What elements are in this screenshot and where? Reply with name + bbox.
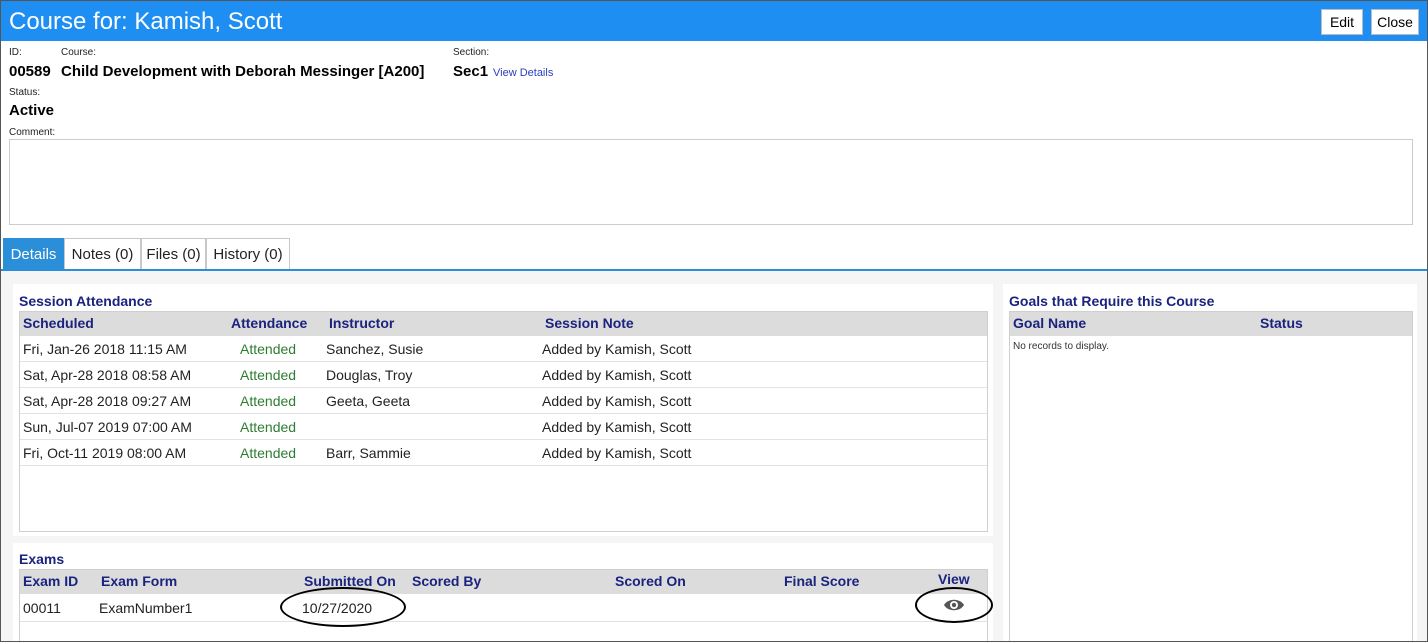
exams-grid: Exam ID Exam Form Submitted On Scored By… [19,569,988,641]
eye-icon[interactable] [943,598,965,612]
status-value: Active [9,102,55,119]
status-label: Status: [9,87,41,98]
tab-files[interactable]: Files (0) [141,238,206,270]
cell-attendance: Attended [240,367,297,383]
col-session-note[interactable]: Session Note [545,315,634,331]
attendance-title: Session Attendance [19,293,153,309]
section-value: Sec1 [453,63,489,80]
id-value: 00589 [9,63,51,80]
edit-button[interactable]: Edit [1321,9,1363,35]
table-row[interactable]: Sun, Jul-07 2019 07:00 AM Attended Added… [20,414,987,440]
exams-title: Exams [19,551,65,567]
goals-panel: Goals that Require this Course Goal Name… [1003,284,1417,641]
exams-panel: Exams Exam ID Exam Form Submitted On Sco… [13,543,993,641]
cell-session-note: Added by Kamish, Scott [542,419,692,435]
cell-exam-id: 00011 [23,600,61,616]
col-goal-status[interactable]: Status [1260,315,1303,331]
table-row[interactable]: 00011 ExamNumber1 10/27/2020 [20,594,987,622]
course-window: Course for: Kamish, Scott Edit Close ID:… [0,0,1428,642]
col-view[interactable]: View [938,571,970,587]
cell-scheduled: Fri, Jan-26 2018 11:15 AM [23,341,187,357]
col-scheduled[interactable]: Scheduled [23,315,94,331]
goals-title: Goals that Require this Course [1009,293,1215,309]
window-title: Course for: Kamish, Scott [9,8,283,35]
view-details-link[interactable]: View Details [493,67,553,79]
col-instructor[interactable]: Instructor [329,315,394,331]
goals-grid-header: Goal Name Status [1010,312,1412,336]
id-label: ID: [9,47,22,58]
close-button[interactable]: Close [1371,9,1419,35]
cell-instructor: Sanchez, Susie [326,341,424,357]
highlight-oval [280,587,406,627]
col-exam-id[interactable]: Exam ID [23,573,78,589]
cell-session-note: Added by Kamish, Scott [542,341,692,357]
cell-session-note: Added by Kamish, Scott [542,393,692,409]
course-value: Child Development with Deborah Messinger… [61,63,425,80]
section-label: Section: [453,47,490,58]
goals-empty-text: No records to display. [1013,341,1109,352]
comment-field[interactable] [9,139,1413,225]
col-scored-by[interactable]: Scored By [412,573,481,589]
table-row[interactable]: Fri, Jan-26 2018 11:15 AM Attended Sanch… [20,336,987,362]
cell-scheduled: Fri, Oct-11 2019 08:00 AM [23,445,187,461]
tab-history[interactable]: History (0) [206,238,290,270]
comment-label: Comment: [9,127,56,138]
tab-notes[interactable]: Notes (0) [64,238,141,270]
col-exam-form[interactable]: Exam Form [101,573,177,589]
cell-scheduled: Sat, Apr-28 2018 09:27 AM [23,393,192,409]
cell-attendance: Attended [240,445,297,461]
table-row[interactable]: Sat, Apr-28 2018 09:27 AM Attended Geeta… [20,388,987,414]
col-goal-name[interactable]: Goal Name [1013,315,1086,331]
course-label: Course: [61,47,97,58]
col-final-score[interactable]: Final Score [784,573,859,589]
cell-exam-form: ExamNumber1 [99,600,193,616]
cell-instructor: Geeta, Geeta [326,393,411,409]
cell-scheduled: Sat, Apr-28 2018 08:58 AM [23,367,192,383]
cell-instructor: Douglas, Troy [326,367,413,383]
col-attendance[interactable]: Attendance [231,315,307,331]
title-bar: Course for: Kamish, Scott Edit Close [1,1,1427,41]
cell-scheduled: Sun, Jul-07 2019 07:00 AM [23,419,192,435]
tab-details[interactable]: Details [3,238,64,270]
attendance-grid-header: Scheduled Attendance Instructor Session … [20,312,987,336]
goals-grid: Goal Name Status No records to display. [1009,311,1413,641]
cell-attendance: Attended [240,419,297,435]
cell-instructor: Barr, Sammie [326,445,411,461]
table-row[interactable]: Fri, Oct-11 2019 08:00 AM Attended Barr,… [20,440,987,466]
cell-session-note: Added by Kamish, Scott [542,367,692,383]
attendance-grid: Scheduled Attendance Instructor Session … [19,311,988,532]
cell-attendance: Attended [240,341,297,357]
cell-attendance: Attended [240,393,297,409]
col-scored-on[interactable]: Scored On [615,573,686,589]
exams-grid-header: Exam ID Exam Form Submitted On Scored By… [20,570,987,594]
cell-session-note: Added by Kamish, Scott [542,445,692,461]
table-row[interactable]: Sat, Apr-28 2018 08:58 AM Attended Dougl… [20,362,987,388]
attendance-panel: Session Attendance Scheduled Attendance … [13,284,993,536]
